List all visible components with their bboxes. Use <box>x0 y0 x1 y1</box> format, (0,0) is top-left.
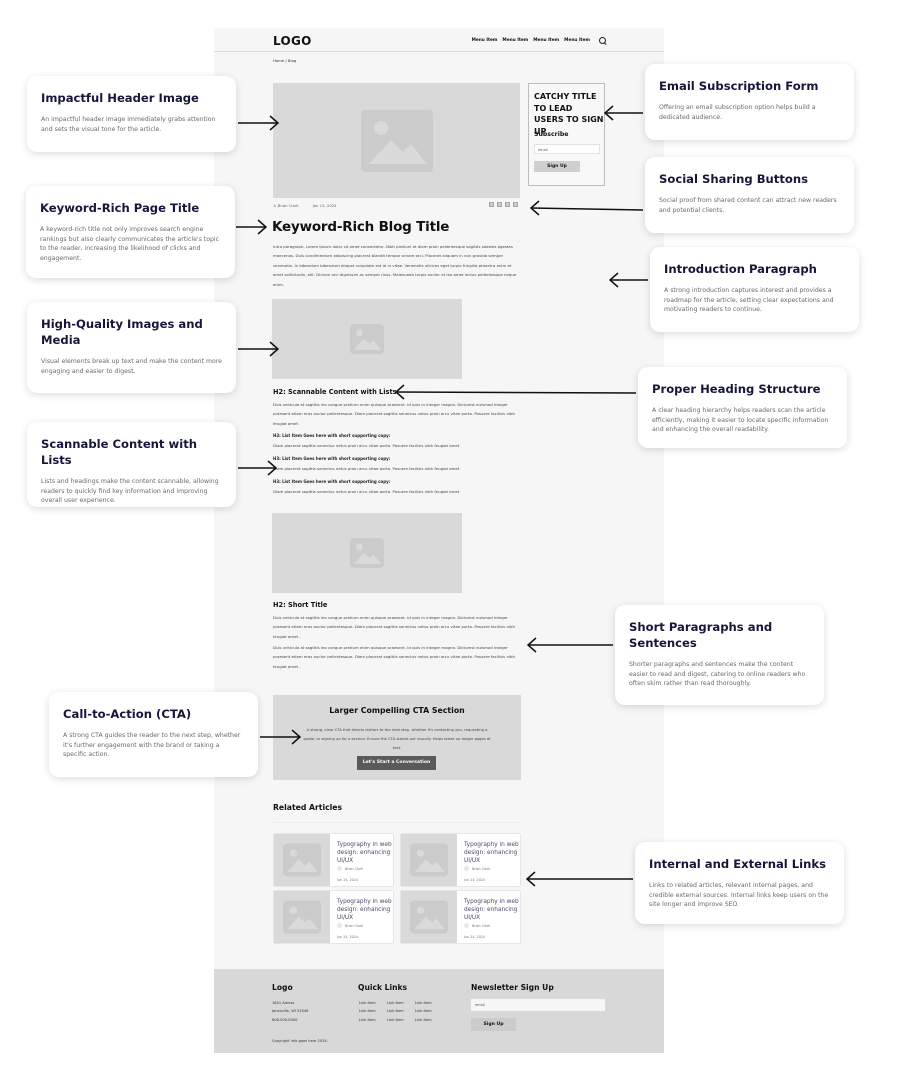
arrow-left-icon <box>608 272 648 288</box>
arrow-left-icon <box>394 384 637 400</box>
arrow-right-icon <box>236 219 268 235</box>
arrow-left-icon <box>529 200 644 216</box>
annotation-arrows <box>236 105 648 887</box>
arrow-left-icon <box>525 871 633 887</box>
arrow-right-icon <box>260 729 302 745</box>
arrow-left-icon <box>526 637 613 653</box>
arrow-left-icon <box>603 105 643 121</box>
arrow-right-icon <box>238 460 278 476</box>
arrow-right-icon <box>238 115 280 131</box>
arrow-right-icon <box>238 341 280 357</box>
